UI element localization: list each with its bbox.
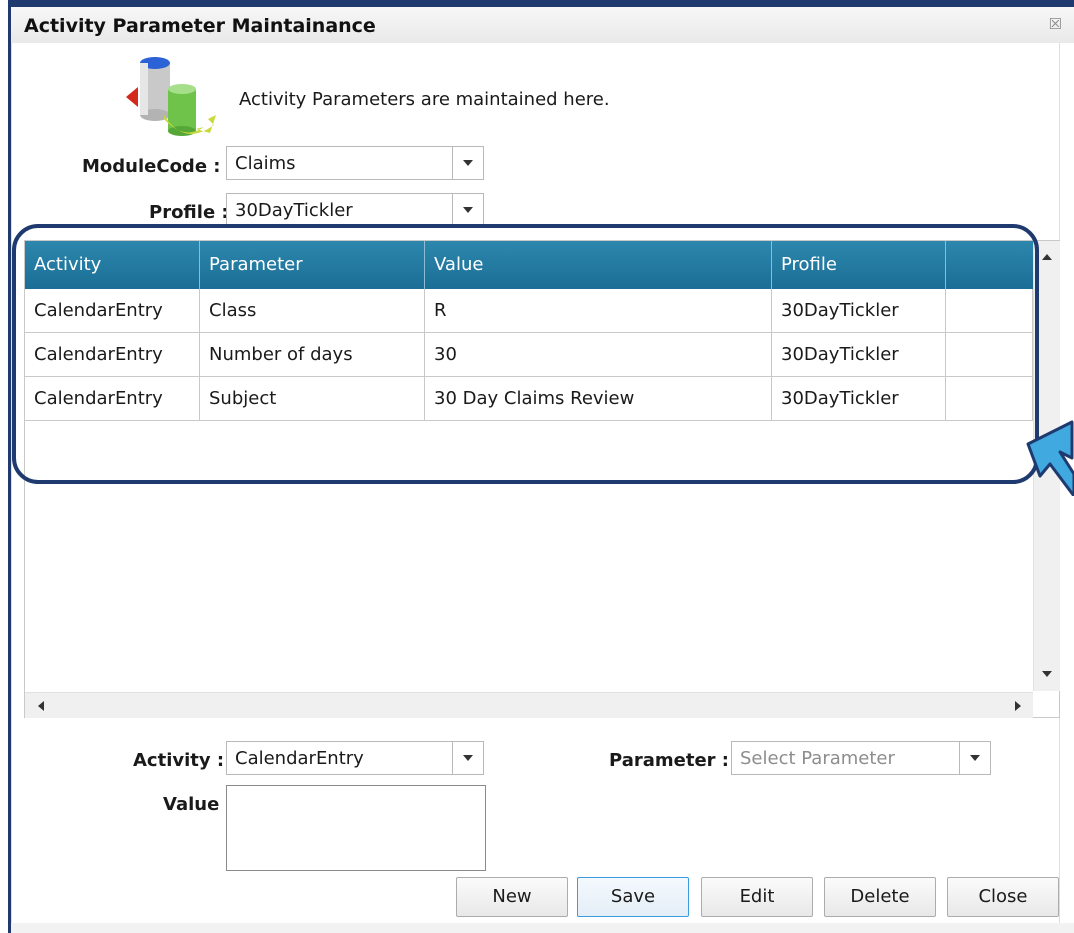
activity-label: Activity : [133,750,225,771]
new-button[interactable]: New [456,877,568,917]
module-code-dropdown[interactable]: Claims [226,146,484,180]
delete-button[interactable]: Delete [824,877,936,917]
profile-value: 30DayTickler [235,200,353,221]
profile-dropdown[interactable]: 30DayTickler [226,193,484,227]
table-row[interactable]: CalendarEntry Class R 30DayTickler [25,289,1033,333]
scroll-left-icon[interactable] [38,701,44,711]
window-title: Activity Parameter Maintainance [24,15,376,37]
scroll-down-icon[interactable] [1042,671,1052,677]
cell-parameter: Number of days [200,333,425,376]
window-border-top [0,0,1074,7]
scroll-right-icon[interactable] [1015,701,1021,711]
close-icon[interactable]: ☒ [1049,15,1062,33]
activity-value: CalendarEntry [235,748,364,769]
value-label: Value : [163,794,233,815]
column-header-extra[interactable] [946,241,1033,289]
cell-parameter: Class [200,289,425,332]
cell-value: 30 [425,333,772,376]
cell-extra [946,377,1033,420]
cell-parameter: Subject [200,377,425,420]
parameter-label: Parameter : [609,750,729,771]
parameters-grid[interactable]: Activity Parameter Value Profile Calenda… [24,240,1060,718]
save-button[interactable]: Save [577,877,689,917]
activity-dropdown[interactable]: CalendarEntry [226,741,484,775]
module-code-value: Claims [235,153,296,174]
parameter-dropdown[interactable]: Select Parameter [731,741,991,775]
window-border-left [0,0,11,933]
column-header-value[interactable]: Value [425,241,772,289]
horizontal-scrollbar[interactable] [25,692,1033,718]
table-row[interactable]: CalendarEntry Number of days 30 30DayTic… [25,333,1033,377]
edit-button[interactable]: Edit [701,877,813,917]
profile-label: Profile : [149,202,229,223]
cell-activity: CalendarEntry [25,333,200,376]
table-row[interactable]: CalendarEntry Subject 30 Day Claims Revi… [25,377,1033,421]
module-code-label: ModuleCode : [82,156,221,177]
cell-extra [946,289,1033,332]
chevron-down-icon[interactable] [959,742,990,774]
cell-profile: 30DayTickler [772,289,946,332]
cell-activity: CalendarEntry [25,289,200,332]
cell-value: R [425,289,772,332]
value-textarea[interactable] [226,785,486,871]
chevron-down-icon[interactable] [452,194,483,226]
cell-value: 30 Day Claims Review [425,377,772,420]
cell-profile: 30DayTickler [772,377,946,420]
grid-header: Activity Parameter Value Profile [25,241,1033,289]
cell-extra [946,333,1033,376]
title-bar: Activity Parameter Maintainance ☒ [11,7,1074,43]
database-icon [126,57,216,136]
window-bottom-edge [11,923,1074,933]
cell-profile: 30DayTickler [772,333,946,376]
cell-activity: CalendarEntry [25,377,200,420]
intro-text: Activity Parameters are maintained here. [239,89,610,110]
chevron-down-icon[interactable] [452,742,483,774]
column-header-profile[interactable]: Profile [772,241,946,289]
pointer-arrow-icon [1026,420,1074,496]
close-button[interactable]: Close [947,877,1059,917]
parameter-placeholder: Select Parameter [740,748,895,769]
scroll-up-icon[interactable] [1042,254,1052,260]
column-header-parameter[interactable]: Parameter [200,241,425,289]
chevron-down-icon[interactable] [452,147,483,179]
column-header-activity[interactable]: Activity [25,241,200,289]
